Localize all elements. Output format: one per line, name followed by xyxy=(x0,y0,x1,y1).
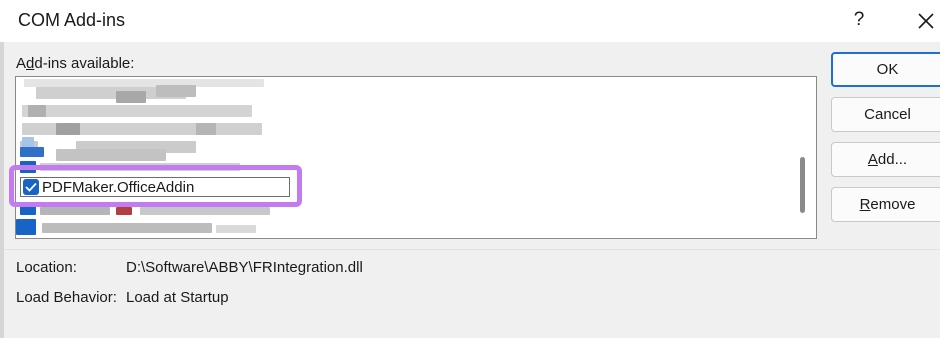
cancel-button[interactable]: Cancel xyxy=(831,97,940,132)
list-item-pdfmaker[interactable]: PDFMaker.OfficeAddin xyxy=(20,177,290,197)
separator xyxy=(4,249,940,250)
list-scrollbar-thumb[interactable] xyxy=(800,157,805,213)
location-value: D:\Software\ABBY\FRIntegration.dll xyxy=(126,259,363,276)
add-ins-available-label: Add-ins available: xyxy=(16,55,135,72)
ok-button[interactable]: OK xyxy=(831,52,940,87)
pdfmaker-checkbox[interactable] xyxy=(23,179,39,195)
close-icon xyxy=(918,13,934,29)
remove-button[interactable]: Remove xyxy=(831,187,940,222)
dialog-title: COM Add-ins xyxy=(18,10,126,30)
load-behavior-label: Load Behavior: xyxy=(16,289,117,306)
title-bar: COM Add-ins ? xyxy=(0,0,940,42)
add-ins-listbox[interactable] xyxy=(15,76,817,239)
help-button[interactable]: ? xyxy=(846,8,872,34)
location-label: Location: xyxy=(16,259,77,276)
close-button[interactable] xyxy=(912,6,940,36)
pdfmaker-label: PDFMaker.OfficeAddin xyxy=(42,179,195,196)
add-button[interactable]: Add... xyxy=(831,142,940,177)
checkmark-icon xyxy=(25,182,37,192)
load-behavior-value: Load at Startup xyxy=(126,289,229,306)
